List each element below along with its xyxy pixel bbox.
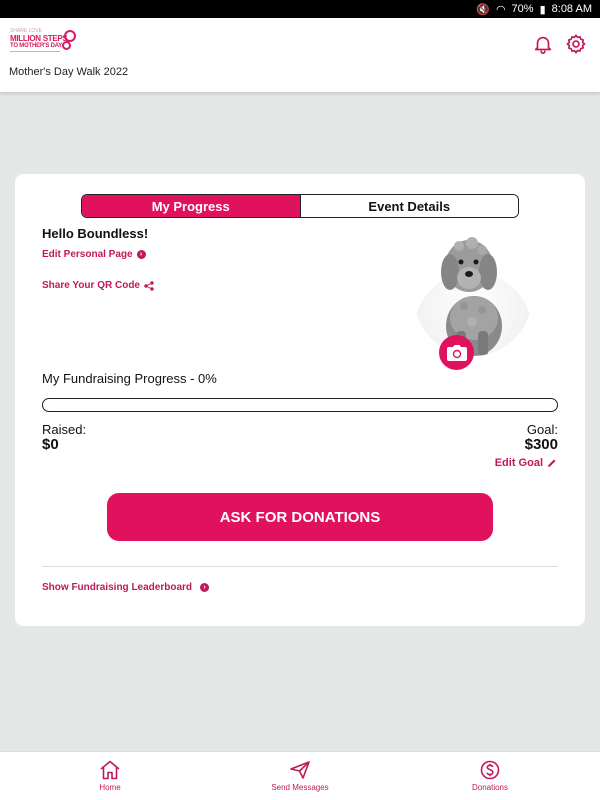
nav-donations[interactable]: Donations [465,760,515,792]
gear-icon[interactable] [565,33,587,55]
dollar-icon [480,760,500,780]
arrow-right-circle-icon: › [136,250,146,259]
app-logo: SHARE LOVE MILLION STEPS TO MOTHER'S DAY [10,28,76,58]
status-bar: 🔇 ◠ 70% ▮ 8:08 AM [0,0,600,18]
raised-label: Raised: [42,422,87,437]
share-qr-code-label: Share Your QR Code [42,280,140,291]
dog-photo [441,237,502,356]
logo-underline [10,51,60,52]
profile-photo [414,226,532,356]
show-leaderboard-link[interactable]: Show Fundraising Leaderboard › [42,582,210,593]
home-icon [100,760,120,780]
nav-home[interactable]: Home [95,760,125,792]
tab-event-details[interactable]: Event Details [299,195,518,217]
share-icon [144,280,154,291]
show-leaderboard-label: Show Fundraising Leaderboard [42,582,193,593]
logo-sub-text: TO MOTHER'S DAY [10,43,63,49]
bottom-nav: Home Send Messages Donations [0,751,600,800]
wifi-icon: ◠ [495,3,506,16]
app-header: SHARE LOVE MILLION STEPS TO MOTHER'S DAY… [0,18,600,92]
edit-goal-label: Edit Goal [494,457,543,469]
logo-main-text: MILLION STEPS [10,34,68,43]
tab-my-progress[interactable]: My Progress [82,195,300,217]
battery-icon: ▮ [539,3,546,16]
battery-level: 70% [511,3,534,15]
send-icon [290,761,310,779]
tab-bar: My Progress Event Details [81,194,519,218]
goal-label: Goal: [526,422,558,437]
camera-icon [446,344,467,361]
event-name: Mother's Day Walk 2022 [9,66,129,78]
ask-for-donations-button[interactable]: ASK FOR DONATIONS [107,493,493,541]
nav-home-label: Home [99,783,121,792]
goal-amount: $300 [524,436,558,453]
edit-goal-link[interactable]: Edit Goal [495,457,557,469]
edit-personal-page-link[interactable]: Edit Personal Page › [42,249,146,260]
logo-heart-icon-small [62,41,71,50]
nav-send-messages-label: Send Messages [271,783,329,792]
mute-icon: 🔇 [476,3,490,16]
nav-donations-label: Donations [471,783,509,792]
progress-card: My Progress Event Details Hello Boundles… [15,174,585,626]
clock: 8:08 AM [551,3,592,15]
edit-personal-page-label: Edit Personal Page [42,249,133,260]
fundraising-progress-label: My Fundraising Progress - 0% [42,371,217,386]
raised-amount: $0 [42,436,59,453]
change-photo-button[interactable] [439,335,474,370]
divider [42,566,558,567]
bell-icon[interactable] [532,33,554,55]
share-qr-code-link[interactable]: Share Your QR Code [42,280,154,291]
nav-send-messages[interactable]: Send Messages [260,760,340,792]
arrow-right-circle-icon: › [200,583,210,592]
pencil-icon [548,459,556,467]
fundraising-progress-bar [42,398,558,412]
greeting: Hello Boundless! [42,226,149,241]
